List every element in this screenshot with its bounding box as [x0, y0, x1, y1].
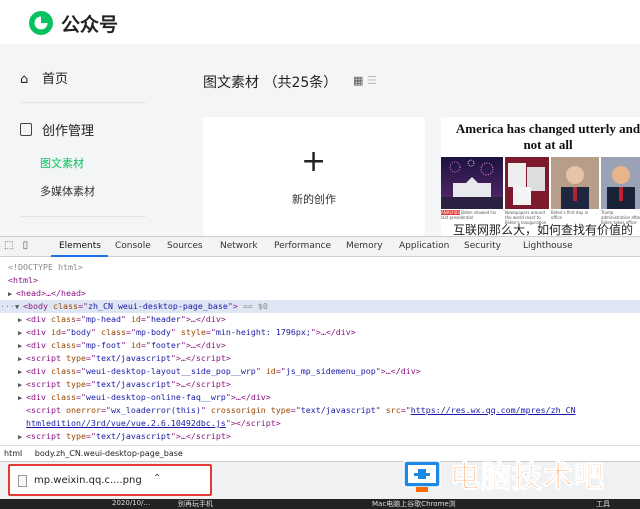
- sidebar-item-content-management[interactable]: 创作管理: [20, 120, 94, 139]
- active-tab-indicator: [51, 255, 108, 257]
- grid-view-icon[interactable]: ▦: [353, 74, 363, 87]
- document-icon: [20, 123, 32, 136]
- dom-line-mp-body[interactable]: ▶ <div id="body" class="mp-body" style="m…: [18, 326, 640, 339]
- article-title: 互联网那么大，如何查找有价值的: [453, 223, 634, 236]
- device-toolbar-icon[interactable]: ▯: [23, 240, 29, 251]
- dom-line-head[interactable]: ▶ <head>…</head>: [8, 287, 640, 300]
- dom-line-side-pop[interactable]: ▶ <div class="weui-desktop-layout__side_p…: [18, 365, 640, 378]
- tab-lighthouse[interactable]: Lighthouse: [523, 241, 573, 251]
- sidebar-item-home[interactable]: ⌂ 首页: [20, 68, 68, 87]
- newspapers-image: [505, 157, 549, 209]
- chevron-up-icon[interactable]: ⌃: [153, 473, 161, 484]
- dom-line-vue-script[interactable]: <script onerror="wx_loaderror(this)" cro…: [26, 404, 640, 417]
- tab-performance[interactable]: Performance: [274, 241, 331, 251]
- top-bar: 公众号: [0, 0, 640, 44]
- dom-line-script[interactable]: ▶ <script type="text/javascript">…</scrip…: [18, 352, 640, 365]
- dom-line-script[interactable]: ▶ <script type="text/javascript">…</scrip…: [18, 430, 640, 443]
- breadcrumb-item-html[interactable]: html: [4, 449, 22, 458]
- tab-memory[interactable]: Memory: [346, 241, 383, 251]
- dom-line-online-faq[interactable]: ▶ <div class="weui-desktop-online-faq__wr…: [18, 391, 640, 404]
- tab-console[interactable]: Console: [115, 241, 151, 251]
- devtools-tabbar: ⬚ ▯ Elements Console Sources Network Per…: [0, 237, 640, 257]
- dom-line-mp-head[interactable]: ▶ <div class="mp-head" id="header">…</div…: [18, 313, 640, 326]
- sidebar-item-label: 首页: [42, 72, 69, 87]
- taskbar-item[interactable]: 2020/10/...: [112, 499, 150, 507]
- dom-line-body[interactable]: ···▼ <body class="zh_CN weui-desktop-page…: [0, 300, 640, 313]
- dom-line-html[interactable]: <html>: [8, 274, 640, 287]
- sidebar-subitem-media-materials[interactable]: 多媒体素材: [40, 183, 95, 199]
- tab-elements[interactable]: Elements: [59, 241, 101, 251]
- tab-security[interactable]: Security: [464, 241, 501, 251]
- devtools-panel: ⬚ ▯ Elements Console Sources Network Per…: [0, 236, 640, 509]
- tab-network[interactable]: Network: [220, 241, 258, 251]
- biden-portrait-image: [551, 157, 599, 209]
- dom-tree: <!DOCTYPE html> <html> ▶ <head>…</head> ·…: [0, 259, 640, 445]
- breadcrumb-item-body[interactable]: body.zh_CN.weui-desktop-page_base: [35, 449, 183, 458]
- watermark-text: 电脑技术吧: [450, 460, 605, 496]
- list-view-icon[interactable]: ☰: [367, 74, 377, 87]
- file-icon: [18, 475, 27, 487]
- sidebar-divider: [20, 102, 146, 103]
- article-card[interactable]: America has changed utterly and not at a…: [441, 117, 640, 236]
- dom-line-mp-foot[interactable]: ▶ <div class="mp-foot" id="footer">…</div…: [18, 339, 640, 352]
- new-creation-label: 新的创作: [292, 193, 336, 206]
- trump-portrait-image: [601, 157, 640, 209]
- wechat-official-logo-icon: [29, 11, 53, 35]
- new-creation-card[interactable]: + 新的创作: [203, 117, 425, 236]
- download-filename: mp.weixin.qq.c....png: [34, 475, 142, 486]
- tab-sources[interactable]: Sources: [167, 241, 203, 251]
- sidebar-subitem-article-materials[interactable]: 图文素材: [40, 155, 84, 171]
- home-icon: ⌂: [20, 72, 29, 87]
- caption: ANALYSIS Biden showed his last president…: [441, 210, 497, 220]
- watermark: 电脑技术吧: [398, 455, 640, 501]
- tab-application[interactable]: Application: [399, 241, 449, 251]
- content-area: ⌂ 首页 创作管理 图文素材 多媒体素材 图文素材 （共25条） ▦ ☰ + 新的…: [0, 44, 640, 236]
- article-headline: America has changed utterly and not at a…: [455, 121, 640, 152]
- caption: Biden's first day in office: [551, 210, 589, 220]
- dom-line-vue-script-cont[interactable]: htmledition//3rd/vue/vue.2.6.10492dbc.js…: [26, 417, 640, 430]
- whitehouse-fireworks-image: [441, 157, 503, 209]
- sidebar-divider: [20, 216, 146, 217]
- inspect-element-icon[interactable]: ⬚: [4, 240, 13, 251]
- plus-icon: +: [301, 144, 327, 179]
- dom-line-doctype: <!DOCTYPE html>: [8, 262, 83, 272]
- dom-line-script[interactable]: ▶ <script type="text/javascript">…</scrip…: [18, 378, 640, 391]
- download-item[interactable]: mp.weixin.qq.c....png ⌃: [8, 464, 212, 496]
- brand-name: 公众号: [61, 14, 119, 36]
- page-title: 图文素材 （共25条）: [203, 75, 338, 91]
- sidebar-item-label: 创作管理: [42, 124, 95, 139]
- watermark-monitor-icon: [403, 460, 441, 492]
